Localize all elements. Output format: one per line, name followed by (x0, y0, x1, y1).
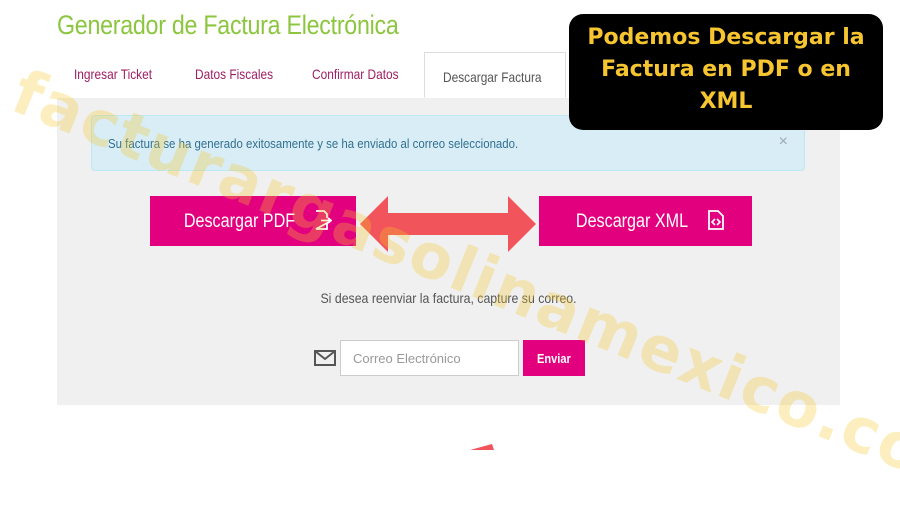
tab-datos-fiscales[interactable]: Datos Fiscales (195, 52, 287, 97)
download-xml-label: Descargar XML (576, 210, 689, 232)
close-icon[interactable]: × (779, 133, 788, 151)
callout-line-3: XML (699, 89, 753, 114)
callout-line-2: Factura en PDF o en (601, 57, 851, 82)
email-field[interactable] (340, 340, 519, 376)
file-export-icon (315, 209, 332, 230)
resend-instructions: Si desea reenviar la factura, capture su… (320, 290, 577, 306)
tab-descargar-factura[interactable]: Descargar Factura (424, 52, 566, 98)
page-title: Generador de Factura Electrónica (57, 10, 399, 40)
callout-box: Podemos Descargar la Factura en PDF o en… (569, 14, 883, 130)
double-arrow-icon (360, 196, 536, 252)
callout-line-1: Podemos Descargar la (587, 25, 865, 50)
envelope-icon (314, 350, 336, 366)
file-code-icon (707, 209, 724, 230)
send-button[interactable]: Enviar (523, 340, 585, 376)
download-xml-button[interactable]: Descargar XML (539, 196, 752, 246)
download-pdf-label: Descargar PDF (184, 210, 296, 232)
tab-ingresar-ticket[interactable]: Ingresar Ticket (74, 52, 166, 97)
download-pdf-button[interactable]: Descargar PDF (150, 196, 356, 246)
alert-message: Su factura se ha generado exitosamente y… (108, 136, 519, 151)
tab-confirmar-datos[interactable]: Confirmar Datos (312, 52, 414, 97)
decorative-shape (470, 444, 494, 450)
